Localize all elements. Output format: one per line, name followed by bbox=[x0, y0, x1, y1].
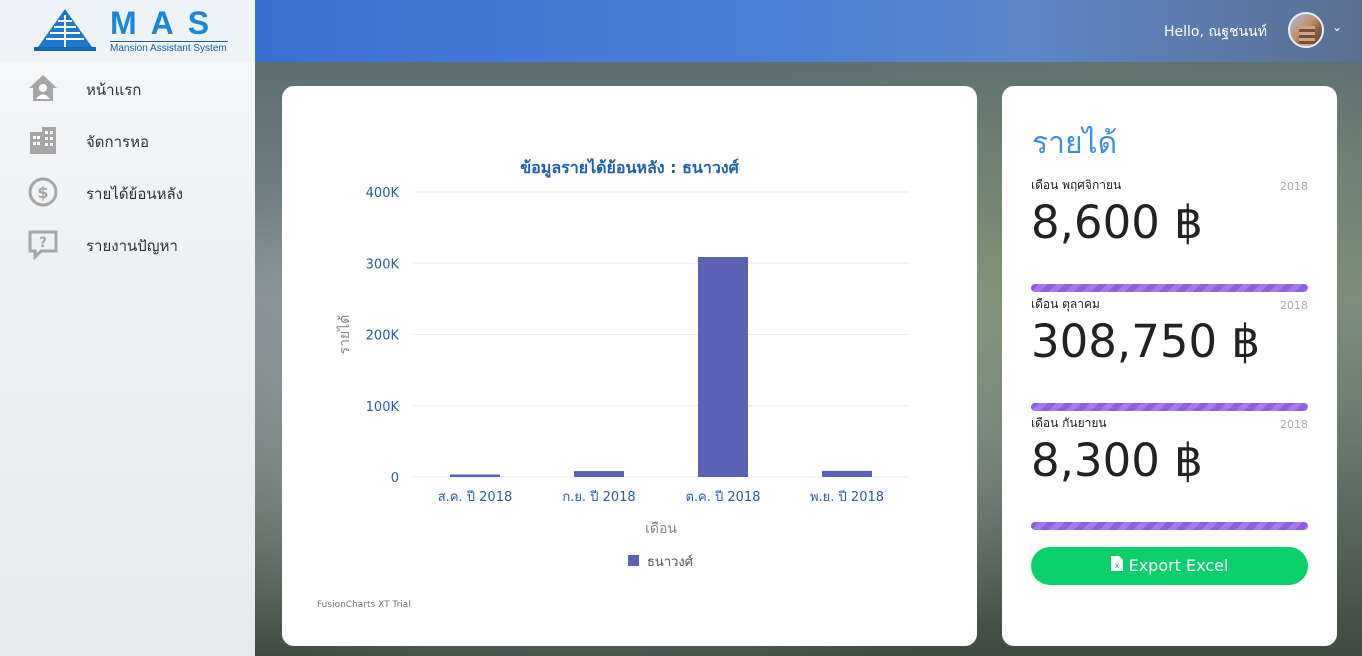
revenue-month: เดือน ตุลาคม bbox=[1031, 297, 1100, 311]
chart-bar bbox=[822, 470, 872, 477]
revenue-chart-card: 0 100K 200K 300K 400K ส.ค. ปี 2018 ก.ย. ปี 201… bbox=[282, 86, 977, 646]
chart-title: ข้อมูลรายได้ย้อนหลัง : ธนาวงศ์ bbox=[520, 158, 739, 177]
y-tick-label: 300K bbox=[366, 257, 400, 272]
revenue-divider-bar bbox=[1031, 522, 1308, 530]
chart-bar bbox=[450, 474, 500, 477]
revenue-month: เดือน กันยายน bbox=[1031, 416, 1107, 430]
y-tick-label: 0 bbox=[391, 471, 399, 486]
sidebar-item-report-problem[interactable]: ? รายงานปัญหา bbox=[0, 224, 255, 264]
x-tick-label: ส.ค. ปี 2018 bbox=[438, 489, 513, 505]
building-icon bbox=[30, 127, 56, 154]
x-tick-label: ก.ย. ปี 2018 bbox=[562, 489, 635, 505]
sidebar-item-label: รายได้ย้อนหลัง bbox=[86, 185, 184, 203]
y-axis-label: รายได้ bbox=[336, 315, 353, 355]
revenue-title: รายได้ bbox=[1032, 126, 1118, 161]
legend-label: ธนาวงศ์ bbox=[647, 554, 694, 570]
svg-text:x: x bbox=[1114, 561, 1119, 570]
y-tick-label: 400K bbox=[366, 186, 400, 201]
logo-subtitle: Mansion Assistant System bbox=[110, 41, 228, 54]
revenue-amount: 8,300 ฿ bbox=[1031, 434, 1203, 487]
sidebar-item-label: จัดการหอ bbox=[86, 133, 149, 151]
revenue-summary-card: รายได้ เดือน พฤศจิกายน 2018 8,600 ฿ เดือ… bbox=[1002, 86, 1337, 646]
export-excel-label: Export Excel bbox=[1128, 556, 1229, 575]
y-tick-label: 100K bbox=[366, 400, 400, 415]
revenue-divider-bar bbox=[1031, 403, 1308, 411]
logo-title: MAS bbox=[110, 5, 224, 41]
chart-bar bbox=[698, 257, 748, 477]
x-tick-label: ต.ค. ปี 2018 bbox=[685, 489, 760, 505]
y-tick-label: 200K bbox=[366, 329, 400, 344]
sidebar-item-label: หน้าแรก bbox=[86, 81, 142, 99]
chart-bar bbox=[574, 471, 624, 477]
revenue-amount: 8,600 ฿ bbox=[1031, 196, 1203, 249]
svg-text:$: $ bbox=[37, 183, 48, 202]
revenue-month: เดือน พฤศจิกายน bbox=[1031, 178, 1122, 192]
sidebar-item-label: รายงานปัญหา bbox=[86, 237, 178, 255]
dollar-icon: $ bbox=[28, 177, 58, 207]
chevron-down-icon[interactable]: ⌄ bbox=[1332, 20, 1342, 34]
revenue-divider-bar bbox=[1031, 284, 1308, 292]
home-icon bbox=[29, 75, 57, 101]
question-chat-icon: ? bbox=[28, 230, 58, 260]
x-tick-label: พ.ย. ปี 2018 bbox=[810, 489, 884, 505]
avatar[interactable] bbox=[1288, 12, 1324, 48]
building-logo-icon bbox=[34, 9, 96, 51]
sidebar: MAS Mansion Assistant System หน้าแรก จัด… bbox=[0, 0, 255, 656]
revenue-year: 2018 bbox=[1280, 418, 1308, 431]
user-greeting: Hello, ณฐชนนท์ bbox=[1164, 24, 1267, 40]
excel-file-icon: x bbox=[1110, 548, 1123, 586]
chart-trial-note: FusionCharts XT Trial bbox=[317, 600, 411, 610]
sidebar-item-manage-dorm[interactable]: จัดการหอ bbox=[0, 120, 255, 160]
revenue-year: 2018 bbox=[1280, 180, 1308, 193]
sidebar-item-home[interactable]: หน้าแรก bbox=[0, 68, 255, 108]
top-bar: Hello, ณฐชนนท์ ⌄ bbox=[255, 0, 1362, 62]
x-axis-label: เดือน bbox=[645, 521, 677, 537]
export-excel-button[interactable]: x Export Excel bbox=[1031, 547, 1308, 585]
logo[interactable]: MAS Mansion Assistant System bbox=[0, 0, 255, 62]
svg-text:?: ? bbox=[39, 235, 47, 251]
legend-swatch bbox=[628, 555, 639, 566]
revenue-year: 2018 bbox=[1280, 299, 1308, 312]
sidebar-item-revenue-history[interactable]: $ รายได้ย้อนหลัง bbox=[0, 172, 255, 212]
revenue-amount: 308,750 ฿ bbox=[1031, 315, 1261, 368]
